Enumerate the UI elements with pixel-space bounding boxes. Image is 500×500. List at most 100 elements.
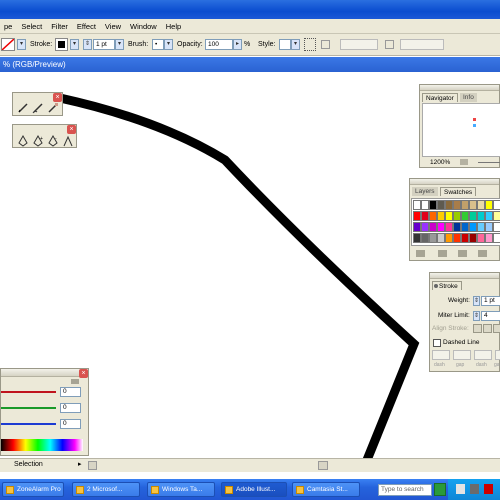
show-kinds-icon[interactable] xyxy=(438,250,447,257)
color-swatch[interactable] xyxy=(453,222,461,232)
color-swatch[interactable] xyxy=(421,211,429,221)
color-swatch[interactable] xyxy=(437,200,445,210)
panel-options-icon[interactable] xyxy=(434,284,438,288)
tab-navigator[interactable]: Navigator xyxy=(422,93,458,102)
task-windows[interactable]: Windows Ta... xyxy=(147,482,215,497)
tab-info[interactable]: Info xyxy=(460,93,477,102)
gap-field[interactable] xyxy=(453,350,471,360)
color-swatch[interactable] xyxy=(485,200,493,210)
new-swatch-icon[interactable] xyxy=(478,250,487,257)
color-swatch[interactable] xyxy=(485,222,493,232)
dash-field[interactable] xyxy=(474,350,492,360)
color-swatch[interactable] xyxy=(461,233,469,243)
task-illustrator[interactable]: Adobe Illust... xyxy=(221,482,287,497)
color-swatch[interactable] xyxy=(493,200,500,210)
zoom-slider[interactable] xyxy=(478,162,500,163)
delete-anchor-icon[interactable]: - xyxy=(47,135,59,147)
color-swatch[interactable] xyxy=(485,211,493,221)
blue-field[interactable]: 0 xyxy=(60,419,81,429)
task-microsoft[interactable]: 2 Microsof... xyxy=(72,482,140,497)
smooth-tool-icon[interactable] xyxy=(32,102,44,114)
weight-stepper-icon[interactable]: ⇕ xyxy=(473,296,480,306)
pen-icon[interactable] xyxy=(17,135,29,147)
close-icon[interactable]: × xyxy=(79,369,88,378)
color-swatch[interactable] xyxy=(413,233,421,243)
dash-field[interactable] xyxy=(432,350,450,360)
color-swatch[interactable] xyxy=(493,222,500,232)
navigator-preview[interactable] xyxy=(422,103,500,157)
scroll-left-icon[interactable] xyxy=(88,461,97,470)
color-swatch[interactable] xyxy=(453,211,461,221)
align-outside-icon[interactable] xyxy=(493,324,500,333)
task-camtasia[interactable]: Camtasia St... xyxy=(292,482,360,497)
color-swatch[interactable] xyxy=(437,222,445,232)
green-slider[interactable] xyxy=(1,407,56,409)
close-icon[interactable]: × xyxy=(53,93,62,102)
blue-slider[interactable] xyxy=(1,423,56,425)
color-swatch[interactable] xyxy=(445,211,453,221)
task-zonealarm[interactable]: ZoneAlarm Pro xyxy=(2,482,64,497)
tray-icon[interactable] xyxy=(470,484,479,494)
red-field[interactable]: 0 xyxy=(60,387,81,397)
color-spectrum[interactable] xyxy=(1,439,83,451)
color-swatch[interactable] xyxy=(469,211,477,221)
color-swatch[interactable] xyxy=(469,222,477,232)
color-swatch[interactable] xyxy=(421,233,429,243)
color-swatch[interactable] xyxy=(429,222,437,232)
miter-limit-field[interactable]: 4 xyxy=(481,311,500,321)
dashed-line-checkbox[interactable] xyxy=(433,339,441,347)
status-selection-label[interactable]: Selection xyxy=(14,461,43,468)
color-swatch[interactable] xyxy=(413,211,421,221)
color-swatch[interactable] xyxy=(437,211,445,221)
color-swatch[interactable] xyxy=(429,200,437,210)
color-swatch[interactable] xyxy=(485,233,493,243)
miter-stepper-icon[interactable]: ⇕ xyxy=(473,311,480,321)
color-swatch[interactable] xyxy=(413,222,421,232)
status-menu-arrow-icon[interactable]: ▸ xyxy=(78,460,82,468)
align-inside-icon[interactable] xyxy=(483,324,492,333)
panel-menu-icon[interactable] xyxy=(71,379,79,384)
color-swatch[interactable] xyxy=(469,200,477,210)
color-swatch[interactable] xyxy=(477,222,485,232)
tab-layers[interactable]: Layers xyxy=(412,187,438,196)
color-swatch[interactable] xyxy=(477,211,485,221)
color-swatch[interactable] xyxy=(493,233,500,243)
add-anchor-icon[interactable]: + xyxy=(32,135,44,147)
tray-icon[interactable] xyxy=(456,484,465,494)
tray-icon[interactable] xyxy=(484,484,493,494)
color-swatch[interactable] xyxy=(477,233,485,243)
path-eraser-icon[interactable] xyxy=(47,102,59,114)
color-swatch[interactable] xyxy=(461,211,469,221)
color-swatch[interactable] xyxy=(445,233,453,243)
color-swatch[interactable] xyxy=(437,233,445,243)
search-input[interactable]: Type to search xyxy=(378,484,432,496)
search-go-icon[interactable] xyxy=(434,483,446,496)
color-swatch[interactable] xyxy=(413,200,421,210)
color-swatch[interactable] xyxy=(453,233,461,243)
zoom-out-icon[interactable] xyxy=(460,159,468,165)
color-swatch[interactable] xyxy=(453,200,461,210)
color-swatch[interactable] xyxy=(445,222,453,232)
color-swatch[interactable] xyxy=(469,233,477,243)
color-swatch[interactable] xyxy=(429,211,437,221)
color-swatch[interactable] xyxy=(421,200,429,210)
red-slider[interactable] xyxy=(1,391,56,393)
gap-field[interactable] xyxy=(495,350,500,360)
color-swatch[interactable] xyxy=(461,200,469,210)
tab-swatches[interactable]: Swatches xyxy=(440,187,477,196)
color-swatch[interactable] xyxy=(461,222,469,232)
color-swatch[interactable] xyxy=(421,222,429,232)
color-swatch[interactable] xyxy=(477,200,485,210)
zoom-level[interactable]: 1200% xyxy=(430,159,450,166)
swatch-options-icon[interactable] xyxy=(458,250,467,257)
pencil-icon[interactable] xyxy=(17,102,29,114)
swatch-libraries-icon[interactable] xyxy=(416,250,425,257)
weight-field[interactable]: 1 pt xyxy=(481,296,500,306)
align-center-icon[interactable] xyxy=(473,324,482,333)
scroll-thumb[interactable] xyxy=(318,461,328,470)
convert-anchor-icon[interactable] xyxy=(62,135,74,147)
color-swatch[interactable] xyxy=(493,211,500,221)
color-swatch[interactable] xyxy=(429,233,437,243)
green-field[interactable]: 0 xyxy=(60,403,81,413)
color-swatch[interactable] xyxy=(445,200,453,210)
